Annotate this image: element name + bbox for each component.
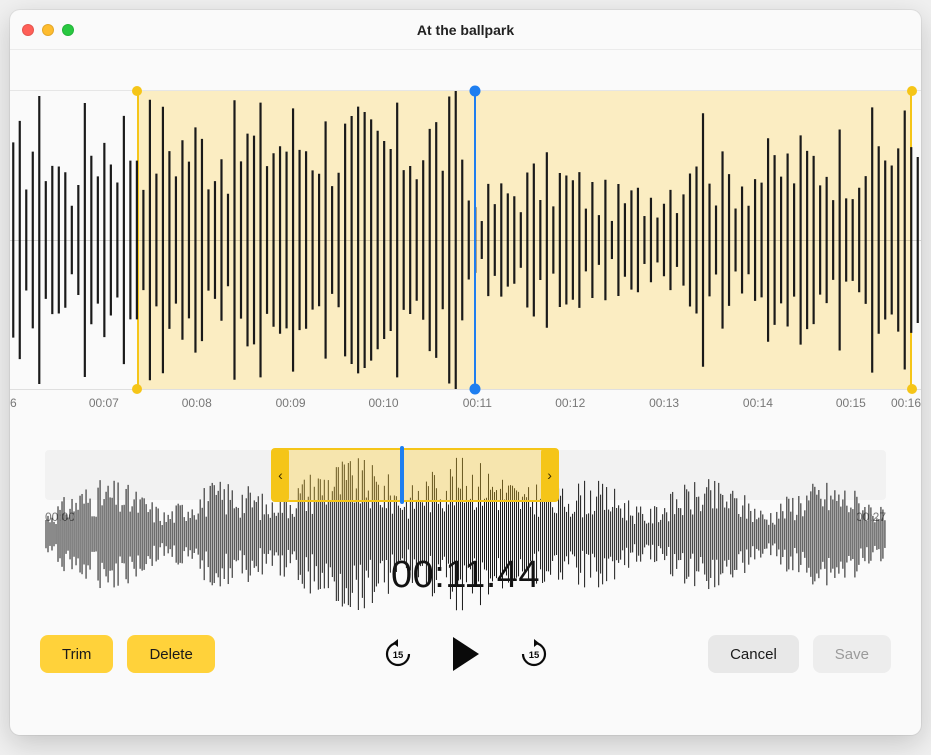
waveform-graphic bbox=[10, 91, 921, 389]
time-tick: 00:11 bbox=[463, 396, 492, 410]
delete-button[interactable]: Delete bbox=[127, 635, 214, 673]
window-controls bbox=[22, 24, 74, 36]
skip-back-15-button[interactable]: 15 bbox=[380, 636, 416, 672]
cancel-button[interactable]: Cancel bbox=[708, 635, 799, 673]
play-button[interactable] bbox=[448, 636, 484, 672]
svg-text:15: 15 bbox=[528, 650, 539, 661]
time-tick: 6 bbox=[10, 396, 17, 410]
time-tick: 00:13 bbox=[649, 396, 679, 410]
skip-forward-icon: 15 bbox=[519, 639, 549, 669]
time-tick: 00:14 bbox=[743, 396, 773, 410]
time-tick: 00:16 bbox=[891, 396, 921, 410]
overview-handle-left[interactable]: ‹ bbox=[271, 448, 289, 502]
window-title: At the ballpark bbox=[10, 22, 921, 38]
overview-playhead[interactable] bbox=[400, 446, 404, 504]
zoom-window-button[interactable] bbox=[62, 24, 74, 36]
time-tick: 00:10 bbox=[368, 396, 398, 410]
minimize-window-button[interactable] bbox=[42, 24, 54, 36]
time-tick: 00:07 bbox=[89, 396, 119, 410]
overview-waveform[interactable]: ‹ › bbox=[45, 450, 886, 500]
close-window-button[interactable] bbox=[22, 24, 34, 36]
trim-button[interactable]: Trim bbox=[40, 635, 113, 673]
time-tick: 00:15 bbox=[836, 396, 866, 410]
time-tick: 00:08 bbox=[182, 396, 212, 410]
titlebar: At the ballpark bbox=[10, 10, 921, 50]
skip-back-icon: 15 bbox=[383, 639, 413, 669]
skip-forward-15-button[interactable]: 15 bbox=[516, 636, 552, 672]
time-ruler: 6 00:07 00:08 00:09 00:10 00:11 00:12 00:13 00:1… bbox=[10, 390, 921, 420]
time-tick: 00:09 bbox=[276, 396, 306, 410]
time-tick: 00:12 bbox=[555, 396, 585, 410]
overview-selection[interactable] bbox=[280, 448, 549, 502]
main-waveform[interactable] bbox=[10, 90, 921, 390]
playhead[interactable] bbox=[474, 91, 476, 389]
save-button: Save bbox=[813, 635, 891, 673]
overview-handle-right[interactable]: › bbox=[541, 448, 559, 502]
play-icon bbox=[451, 637, 481, 671]
svg-text:15: 15 bbox=[392, 650, 403, 661]
controls-bar: Trim Delete 15 bbox=[10, 635, 921, 673]
app-window: At the ballpark 6 00:07 00:08 00:09 00:10 00:… bbox=[10, 10, 921, 735]
